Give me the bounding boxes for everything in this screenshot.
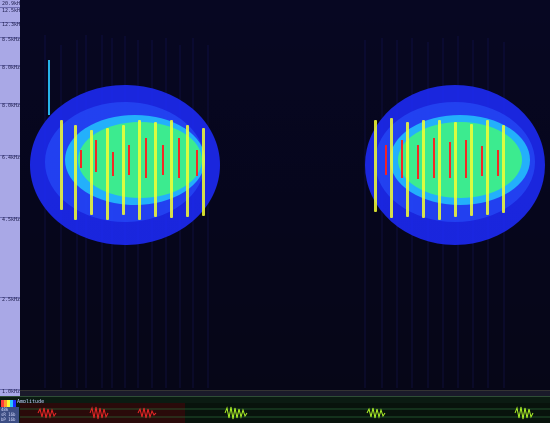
amplitude-canvas (20, 403, 550, 423)
spectrogram-canvas (20, 0, 550, 390)
audio-info-line: bP 16b (1, 417, 16, 422)
spectrogram-app: 20.9kHz 12.5kHz 12.3kHz 8.5kHz 8.0kHz 8.… (0, 0, 550, 423)
ruler-label: 4.5kHz (2, 217, 21, 223)
amplitude-track[interactable] (20, 403, 550, 423)
ruler-label: 8.5kHz (2, 37, 21, 43)
ruler-label: 2.5kHz (2, 297, 21, 303)
ruler-label: 8.0kHz (2, 103, 21, 109)
spectrogram-view[interactable] (20, 0, 550, 390)
ruler-label: 6.4kHz (2, 155, 21, 161)
bottom-panel: Amplitude 48k sR 16b bP 16b (0, 396, 550, 423)
audio-info-box: 48k sR 16b bP 16b (0, 407, 19, 423)
frequency-ruler: 20.9kHz 12.5kHz 12.3kHz 8.5kHz 8.0kHz 8.… (0, 0, 23, 396)
ruler-label: 1.0kHz (2, 389, 21, 395)
ruler-label: 8.0kHz (2, 65, 21, 71)
